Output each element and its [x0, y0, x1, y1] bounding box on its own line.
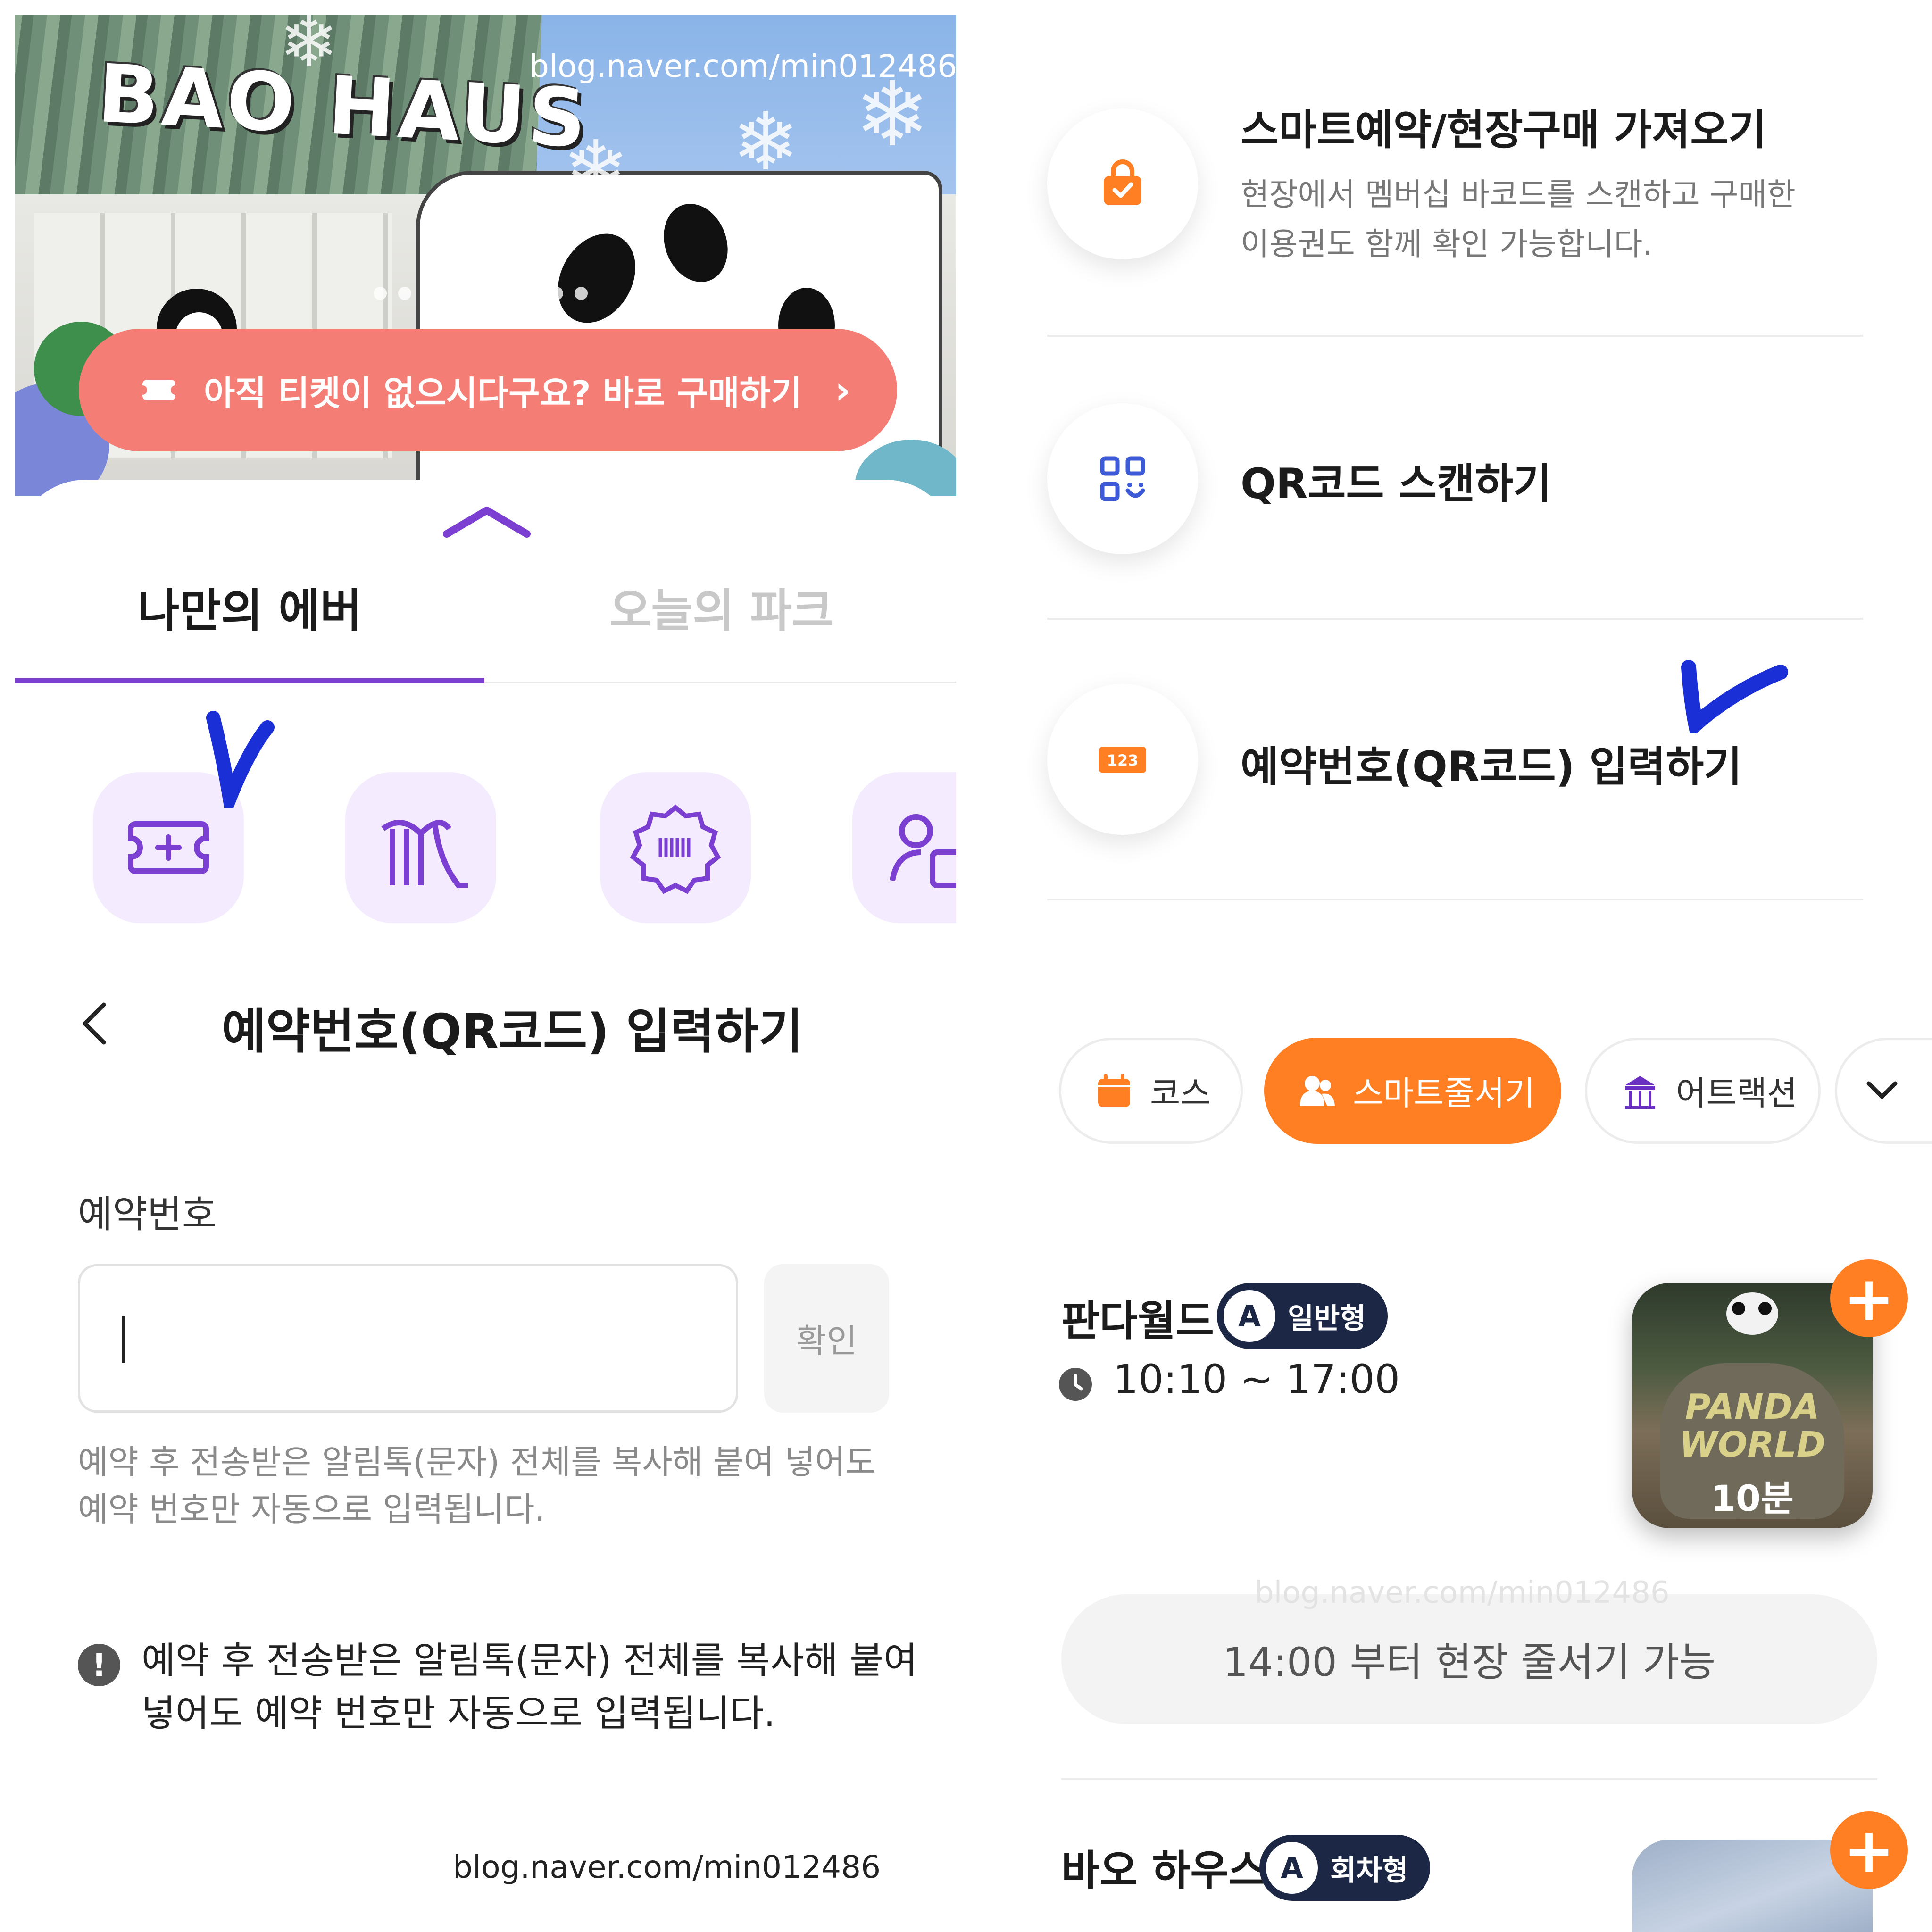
row-divider: [1047, 618, 1863, 620]
badge-type: 일반형: [1288, 1302, 1366, 1335]
carousel-dot[interactable]: [398, 287, 411, 300]
smart-queue-screen: 코스 스마트줄서기 어트랙션 판다월드 A 일반형 10:10 ~ 17:00: [995, 972, 1932, 1932]
shortcut-smart-queue[interactable]: [345, 772, 496, 923]
import-purchase-title[interactable]: 스마트예약/현장구매 가져오기: [1241, 97, 1766, 157]
person-calendar-icon: [890, 814, 956, 888]
filter-course[interactable]: 코스: [1059, 1038, 1243, 1144]
description-line: 현장에서 멤버십 바코드를 스캔하고 구매한: [1241, 176, 1796, 213]
notice-line: 예약 후 전송받은 알림톡(문자) 전체를 복사해 붙여: [142, 1640, 917, 1682]
reservation-number-button[interactable]: 123: [1047, 684, 1198, 835]
filter-expand-button[interactable]: [1835, 1038, 1932, 1144]
filter-smart-queue-label: 스마트줄서기: [1353, 1074, 1535, 1113]
notice-text: 예약 후 전송받은 알림톡(문자) 전체를 복사해 붙여 넣어도 예약 번호만 …: [142, 1634, 920, 1740]
reservation-number-title[interactable]: 예약번호(QR코드) 입력하기: [1241, 733, 1742, 793]
wait-time: 10분: [1711, 1477, 1794, 1519]
filter-attraction-label: 어트랙션: [1676, 1074, 1798, 1113]
thumb-panda-text: PANDA: [1685, 1387, 1820, 1427]
checkmark-annotation-icon: [206, 711, 275, 808]
tab-active-indicator: [15, 678, 484, 683]
number-123-text: 123: [1107, 751, 1139, 769]
page-title: 예약번호(QR코드) 입력하기: [222, 1004, 803, 1060]
shortcut-membership[interactable]: [600, 772, 751, 923]
carousel-icon: [1625, 1075, 1655, 1109]
badge-type: 회차형: [1330, 1854, 1408, 1887]
filter-smart-queue[interactable]: 스마트줄서기: [1264, 1038, 1561, 1144]
tab-my-ever[interactable]: 나만의 에버: [138, 574, 362, 640]
carousel-dot[interactable]: [496, 287, 539, 300]
back-arrow-icon[interactable]: [75, 998, 113, 1049]
membership-barcode-icon: [630, 804, 721, 894]
exclamation-icon: !: [78, 1644, 120, 1686]
confirm-button[interactable]: 확인: [764, 1264, 889, 1413]
row-divider: [1047, 335, 1863, 337]
chevron-down-icon: [1866, 1081, 1898, 1099]
buy-ticket-label: 아직 티켓이 없으시다구요? 바로 구매하기: [204, 373, 802, 413]
event-banner[interactable]: ❄ ❄ ❄ ❄ BAO HAUS blog.naver.com/min01248…: [15, 15, 956, 496]
clock-icon: [1059, 1368, 1092, 1401]
carousel-dot[interactable]: [447, 287, 460, 300]
notice-line: 넣어도 예약 번호만 자동으로 입력됩니다.: [142, 1692, 775, 1735]
shortcut-reservation[interactable]: [852, 772, 956, 923]
people-icon: [1300, 1075, 1335, 1106]
reservation-input-screen: 예약번호(QR코드) 입력하기 예약번호 확인 예약 후 전송받은 알림톡(문자…: [0, 962, 958, 1932]
carousel-dot[interactable]: [374, 287, 387, 300]
description-line: 이용권도 함께 확인 가능합니다.: [1241, 226, 1653, 262]
checkmark-annotation-icon: [1681, 660, 1788, 733]
row-divider: [1047, 899, 1863, 900]
snowflake-icon: ❄: [732, 95, 799, 189]
import-purchase-description: 현장에서 멤버십 바코드를 스캔하고 구매한 이용권도 함께 확인 가능합니다.: [1241, 170, 1854, 269]
carousel-dot[interactable]: [472, 287, 485, 300]
plus-icon: +: [1843, 1814, 1895, 1886]
carousel-dot[interactable]: [550, 287, 563, 300]
reservation-number-input[interactable]: [78, 1264, 738, 1413]
carousel-dot[interactable]: [423, 287, 436, 300]
helper-line: 예약 후 전송받은 알림톡(문자) 전체를 복사해 붙여 넣어도: [78, 1443, 876, 1482]
reservation-number-label: 예약번호: [78, 1192, 217, 1236]
shopping-bag-check-icon: [1104, 159, 1141, 205]
ride-type-badge: A 회차형: [1259, 1835, 1430, 1901]
add-bao-house-button[interactable]: +: [1830, 1811, 1908, 1889]
ride-type-badge: A 일반형: [1217, 1283, 1388, 1349]
sheet-expand-handle-icon[interactable]: [442, 503, 532, 541]
filter-course-label: 코스: [1150, 1074, 1211, 1113]
ride-name: 판다월드: [1061, 1297, 1214, 1345]
operating-hours: 10:10 ~ 17:00: [1113, 1356, 1400, 1402]
rollercoaster-icon: [381, 820, 468, 888]
queue-status: 14:00 부터 현장 줄서기 가능: [1061, 1594, 1877, 1724]
thumb-world-text: WORLD: [1679, 1424, 1826, 1465]
plus-icon: +: [1843, 1262, 1895, 1334]
home-screen: ❄ ❄ ❄ ❄ BAO HAUS blog.naver.com/min01248…: [15, 15, 956, 956]
qr-scan-button[interactable]: [1047, 403, 1198, 554]
watermark: blog.naver.com/min012486: [529, 48, 956, 84]
qr-scan-title[interactable]: QR코드 스캔하기: [1241, 450, 1551, 510]
ticket-plus-icon: [128, 821, 209, 874]
ride-divider: [1061, 1778, 1877, 1780]
qr-scan-icon: [1100, 456, 1145, 501]
badge-letter: A: [1266, 1842, 1318, 1894]
chevron-right-icon: ›: [835, 368, 851, 412]
text-caret: [122, 1316, 125, 1363]
calendar-icon: [1098, 1074, 1130, 1107]
ticket-options-screen: 스마트예약/현장구매 가져오기 현장에서 멤버십 바코드를 스캔하고 구매한 이…: [972, 0, 1932, 972]
buy-ticket-button[interactable]: 아직 티켓이 없으시다구요? 바로 구매하기 ›: [79, 329, 897, 451]
add-panda-world-button[interactable]: +: [1830, 1259, 1908, 1337]
badge-letter: A: [1224, 1290, 1275, 1342]
helper-line: 예약 번호만 자동으로 입력됩니다.: [78, 1490, 545, 1529]
tab-today-park[interactable]: 오늘의 파크: [609, 574, 833, 640]
ticket-icon: [138, 380, 180, 400]
filter-attraction[interactable]: 어트랙션: [1585, 1038, 1821, 1144]
ride-name: 바오 하우스: [1061, 1846, 1267, 1895]
carousel-indicator: [374, 286, 588, 300]
number-123-icon: 123: [1099, 747, 1146, 773]
watermark: blog.naver.com/min012486: [1255, 1575, 1670, 1610]
carousel-dot[interactable]: [575, 287, 588, 300]
watermark: blog.naver.com/min012486: [453, 1849, 881, 1885]
import-purchase-button[interactable]: [1047, 108, 1198, 259]
helper-text: 예약 후 전송받은 알림톡(문자) 전체를 복사해 붙여 넣어도 예약 번호만 …: [78, 1439, 903, 1533]
